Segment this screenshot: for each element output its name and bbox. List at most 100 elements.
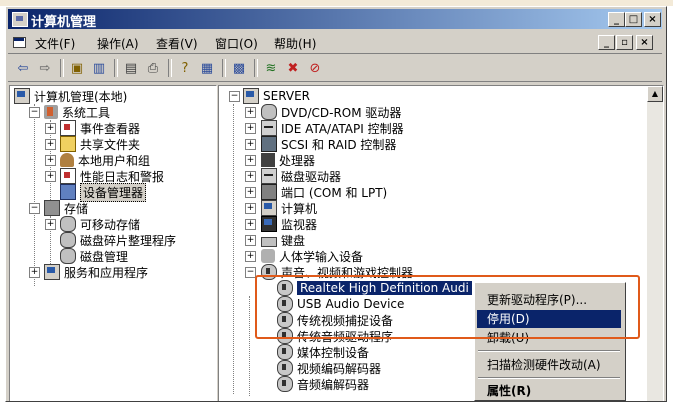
menu-action[interactable]: 操作(A) bbox=[97, 35, 139, 52]
tree-root-computer-management[interactable]: 计算机管理(本地) bbox=[14, 88, 127, 104]
maximize-button[interactable]: □ bbox=[625, 12, 642, 27]
sound-device-icon bbox=[277, 280, 293, 296]
child-restore-button[interactable]: ▫ bbox=[616, 35, 633, 50]
expand-toggle[interactable]: + bbox=[245, 155, 256, 166]
device-realtek-audio[interactable]: Realtek High Definition Audi bbox=[277, 280, 472, 296]
properties-icon[interactable]: ▤ bbox=[122, 59, 140, 77]
device-legacy-audio-drivers[interactable]: 传统音频驱动程序 bbox=[277, 328, 393, 344]
show-hide-tree-icon[interactable]: ▥ bbox=[90, 59, 108, 77]
uninstall-icon[interactable]: ✖ bbox=[284, 59, 302, 77]
device-category-ide[interactable]: IDE ATA/ATAPI 控制器 bbox=[261, 120, 404, 136]
expand-toggle[interactable]: + bbox=[245, 203, 256, 214]
menu-view[interactable]: 查看(V) bbox=[156, 35, 198, 52]
toolbar-separator bbox=[254, 59, 258, 77]
device-category-ports[interactable]: 端口 (COM 和 LPT) bbox=[261, 184, 387, 200]
tree-item-removable-storage[interactable]: 可移动存储 bbox=[60, 216, 140, 232]
child-minimize-button[interactable]: _ bbox=[598, 35, 615, 50]
collapse-toggle[interactable]: − bbox=[229, 91, 240, 102]
tree-item-system-tools[interactable]: 系统工具 bbox=[44, 104, 110, 120]
collapse-toggle[interactable]: − bbox=[245, 267, 256, 278]
child-close-button[interactable]: × bbox=[636, 35, 653, 50]
mdi-child-icon[interactable] bbox=[12, 35, 26, 48]
expand-toggle[interactable]: + bbox=[29, 267, 40, 278]
update-driver-icon[interactable]: ≋ bbox=[262, 59, 280, 77]
menu-item-disable[interactable]: 停用(D) bbox=[477, 310, 621, 328]
expand-toggle[interactable]: + bbox=[45, 139, 56, 150]
title-bar[interactable]: 计算机管理 _ □ × bbox=[8, 9, 662, 30]
tree-root-server[interactable]: SERVER bbox=[243, 88, 310, 104]
view-icon[interactable]: ▦ bbox=[198, 59, 216, 77]
forward-icon[interactable]: ⇨ bbox=[36, 59, 54, 77]
back-icon[interactable]: ⇦ bbox=[14, 59, 32, 77]
device-category-sound[interactable]: 声音、视频和游戏控制器 bbox=[261, 264, 413, 280]
tree-line bbox=[249, 296, 250, 396]
expand-toggle[interactable]: + bbox=[45, 219, 56, 230]
menu-item-update-driver[interactable]: 更新驱动程序(P)... bbox=[477, 291, 621, 309]
tree-item-shared-folders[interactable]: 共享文件夹 bbox=[60, 136, 140, 152]
scroll-up-icon[interactable]: ▲ bbox=[647, 86, 663, 102]
device-media-control[interactable]: 媒体控制设备 bbox=[277, 344, 369, 360]
expand-toggle[interactable]: + bbox=[245, 171, 256, 182]
device-category-scsi[interactable]: SCSI 和 RAID 控制器 bbox=[261, 136, 396, 152]
context-menu: 更新驱动程序(P)... 停用(D) 卸载(U) 扫描检测硬件改动(A) 属性(… bbox=[474, 282, 626, 401]
expand-toggle[interactable]: + bbox=[245, 251, 256, 262]
device-category-processor[interactable]: 处理器 bbox=[261, 152, 315, 168]
expand-toggle[interactable]: + bbox=[245, 187, 256, 198]
menu-file[interactable]: 文件(F) bbox=[35, 35, 75, 52]
close-button[interactable]: × bbox=[644, 12, 661, 27]
device-legacy-video-capture[interactable]: 传统视频捕捉设备 bbox=[277, 312, 393, 328]
device-video-codecs[interactable]: 视频编码解码器 bbox=[277, 360, 381, 376]
expand-toggle[interactable]: + bbox=[45, 123, 56, 134]
disable-icon[interactable]: ⊘ bbox=[306, 59, 324, 77]
window-title: 计算机管理 bbox=[31, 15, 97, 30]
toolbar-separator bbox=[60, 59, 64, 77]
device-category-disk-drives[interactable]: 磁盘驱动器 bbox=[261, 168, 341, 184]
tree-label: 本地用户和组 bbox=[78, 153, 151, 168]
removable-storage-icon bbox=[60, 216, 76, 232]
device-category-dvd[interactable]: DVD/CD-ROM 驱动器 bbox=[261, 104, 401, 120]
tree-item-storage[interactable]: 存储 bbox=[44, 200, 88, 216]
tree-label: USB Audio Device bbox=[297, 297, 405, 311]
expand-toggle[interactable]: + bbox=[45, 155, 56, 166]
expand-toggle[interactable]: + bbox=[245, 139, 256, 150]
tree-label: IDE ATA/ATAPI 控制器 bbox=[281, 121, 404, 136]
print-icon[interactable]: ⎙ bbox=[144, 59, 162, 77]
tree-item-disk-management[interactable]: 磁盘管理 bbox=[60, 248, 128, 264]
device-category-computer[interactable]: 计算机 bbox=[261, 200, 317, 216]
menu-item-properties[interactable]: 属性(R) bbox=[477, 382, 621, 400]
tree-item-event-viewer[interactable]: 事件查看器 bbox=[60, 120, 140, 136]
menu-item-uninstall[interactable]: 卸载(U) bbox=[477, 329, 621, 347]
expand-toggle[interactable]: + bbox=[245, 219, 256, 230]
users-icon bbox=[60, 153, 74, 167]
device-category-monitors[interactable]: 监视器 bbox=[261, 216, 317, 232]
tree-label: Realtek High Definition Audi bbox=[297, 281, 472, 295]
help-icon[interactable]: ? bbox=[176, 59, 194, 77]
tree-item-device-manager[interactable]: 设备管理器 bbox=[60, 182, 147, 202]
minimize-button[interactable]: _ bbox=[608, 12, 625, 27]
vertical-scrollbar[interactable]: ▲ bbox=[647, 86, 663, 401]
collapse-toggle[interactable]: − bbox=[29, 203, 40, 214]
tree-item-defragmenter[interactable]: 磁盘碎片整理程序 bbox=[60, 232, 176, 248]
expand-toggle[interactable]: + bbox=[245, 235, 256, 246]
menu-item-scan-hardware[interactable]: 扫描检测硬件改动(A) bbox=[477, 356, 621, 374]
device-category-keyboard[interactable]: 键盘 bbox=[261, 232, 305, 248]
scan-hardware-icon[interactable]: ▩ bbox=[230, 59, 248, 77]
expand-toggle[interactable]: + bbox=[245, 123, 256, 134]
expand-toggle[interactable]: + bbox=[45, 171, 56, 182]
tree-label: 服务和应用程序 bbox=[64, 265, 149, 280]
device-usb-audio[interactable]: USB Audio Device bbox=[277, 296, 404, 312]
tree-label: 计算机管理(本地) bbox=[34, 89, 128, 104]
tree-item-local-users[interactable]: 本地用户和组 bbox=[60, 152, 150, 168]
menu-help[interactable]: 帮助(H) bbox=[274, 35, 316, 52]
expand-toggle[interactable]: + bbox=[245, 107, 256, 118]
device-audio-codecs[interactable]: 音频编解码器 bbox=[277, 376, 369, 392]
dvd-drive-icon bbox=[261, 104, 277, 120]
menu-window[interactable]: 窗口(O) bbox=[215, 35, 258, 52]
tree-label: 视频编码解码器 bbox=[297, 361, 382, 376]
system-tools-icon bbox=[44, 105, 58, 119]
device-category-hid[interactable]: 人体学输入设备 bbox=[261, 248, 363, 264]
shared-folder-icon bbox=[60, 136, 76, 152]
tree-item-services-apps[interactable]: 服务和应用程序 bbox=[44, 264, 148, 280]
collapse-toggle[interactable]: − bbox=[29, 107, 40, 118]
up-folder-icon[interactable]: ▣ bbox=[68, 59, 86, 77]
